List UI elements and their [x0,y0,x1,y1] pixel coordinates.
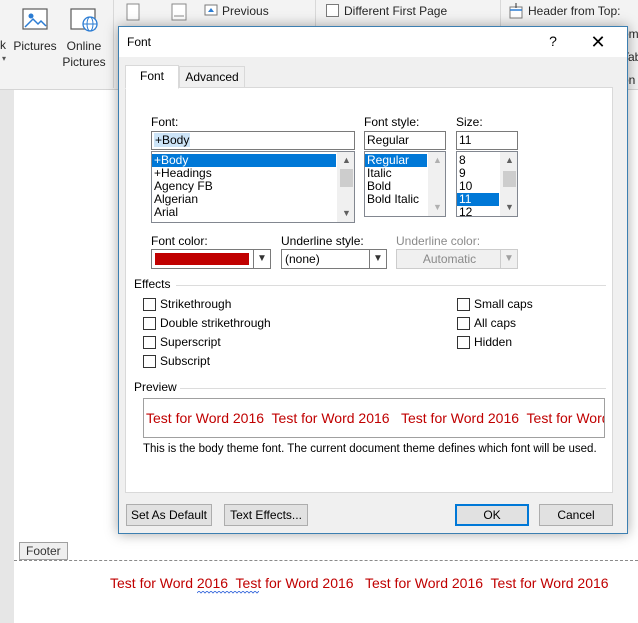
footer-text[interactable]: Test for Word 2016 Test for Word 2016 Te… [110,575,609,591]
font-style-listbox[interactable]: Regular Italic Bold Bold Italic ▲ ▼ [364,151,446,217]
font-color-dropdown[interactable]: ▼ [151,249,271,269]
previous-label: Previous [222,4,269,18]
underline-color-value: Automatic [422,252,477,266]
font-input[interactable]: +Body [151,131,355,150]
underline-style-label: Underline style: [281,234,364,248]
pictures-icon [22,8,48,30]
chevron-down-icon[interactable]: ▼ [253,250,270,268]
small-caps-label[interactable]: Small caps [474,297,533,311]
font-input-value: +Body [154,133,191,147]
font-list-item[interactable]: Arial [152,206,354,219]
pictures-label: Pictures [13,39,57,53]
different-first-page-checkbox[interactable] [326,4,339,17]
tab-font[interactable]: Font [125,65,179,89]
preview-description: This is the body theme font. The current… [143,443,597,455]
tab-advanced-label: Advanced [185,70,239,84]
footer-boundary-line [14,560,638,561]
help-button[interactable]: ? [543,31,563,51]
cancel-button[interactable]: Cancel [539,504,613,526]
font-color-swatch [155,253,249,265]
superscript-checkbox[interactable] [143,336,156,349]
subscript-label[interactable]: Subscript [160,354,210,368]
scroll-thumb[interactable] [503,171,516,187]
font-style-input[interactable]: Regular [364,131,446,150]
pictures-button[interactable]: Pictures [12,2,58,62]
size-list-scrollbar[interactable]: ▲ ▼ [500,152,517,216]
underline-color-label: Underline color: [396,234,481,248]
superscript-label[interactable]: Superscript [160,335,221,349]
previous-icon [204,4,218,16]
underline-color-dropdown: Automatic ▼ [396,249,518,269]
font-dialog: Font ? ✕ Font Advanced Font: +Body +Body… [118,26,628,534]
header-from-top-icon [509,3,523,19]
tab-advanced[interactable]: Advanced [179,66,245,88]
font-list-item[interactable]: Algerian [152,193,354,206]
underline-style-value: (none) [285,252,320,266]
double-strikethrough-checkbox[interactable] [143,317,156,330]
dropdown-arrow-icon: ▾ [2,54,7,63]
size-listbox[interactable]: 8 9 10 11 12 ▲ ▼ [456,151,518,217]
dialog-title: Font [127,35,152,49]
header-from-top-label: Header from Top: [528,4,621,18]
scroll-down-icon[interactable]: ▼ [338,205,354,222]
font-color-label: Font color: [151,234,208,248]
scroll-thumb[interactable] [340,169,353,187]
spelling-squiggle [197,591,259,594]
online-pictures-label-1: Online [66,39,102,53]
ribbon-separator [113,0,114,88]
font-style-label: Font style: [364,115,420,129]
chevron-down-icon[interactable]: ▼ [369,250,386,268]
section-divider [180,388,606,389]
preview-sample-text: Test for Word 2016 Test for Word 2016 Te… [146,410,605,426]
scroll-up-icon[interactable]: ▲ [429,152,445,169]
document-gutter [0,90,14,623]
footer-tab[interactable]: Footer [19,542,68,560]
size-input[interactable]: 11 [456,131,518,150]
online-pictures-button[interactable]: Online Pictures [60,2,108,72]
subscript-checkbox[interactable] [143,355,156,368]
set-as-default-button[interactable]: Set As Default [126,504,212,526]
hidden-label[interactable]: Hidden [474,335,512,349]
ok-button[interactable]: OK [455,504,529,526]
dialog-titlebar[interactable]: Font ? ✕ [119,27,627,57]
hidden-checkbox[interactable] [457,336,470,349]
font-list-scrollbar[interactable]: ▲ ▼ [337,152,354,222]
preview-section-title: Preview [134,380,177,394]
close-icon[interactable]: ✕ [587,31,609,53]
font-style-scrollbar[interactable]: ▲ ▼ [428,152,445,216]
online-pictures-label-2: Pictures [62,55,106,69]
scroll-down-icon[interactable]: ▼ [429,199,445,216]
size-label: Size: [456,115,483,129]
all-caps-label[interactable]: All caps [474,316,516,330]
double-strikethrough-label[interactable]: Double strikethrough [160,316,271,330]
scroll-up-icon[interactable]: ▲ [501,152,517,169]
section-divider [176,285,606,286]
go-to-header-icon [126,3,140,21]
scroll-down-icon[interactable]: ▼ [501,199,517,216]
font-listbox[interactable]: +Body +Headings Agency FB Algerian Arial… [151,151,355,223]
all-caps-checkbox[interactable] [457,317,470,330]
strikethrough-checkbox[interactable] [143,298,156,311]
effects-section-title: Effects [134,277,171,291]
chevron-down-icon: ▼ [500,250,517,268]
small-caps-checkbox[interactable] [457,298,470,311]
tab-font-label: Font [139,69,164,83]
go-to-footer-icon [171,3,187,21]
font-label: Font: [151,115,179,129]
strikethrough-label[interactable]: Strikethrough [160,297,231,311]
ribbon-partial-label: k [0,38,6,52]
online-pictures-icon [70,8,98,32]
scroll-up-icon[interactable]: ▲ [338,152,354,169]
text-effects-button[interactable]: Text Effects... [224,504,308,526]
underline-style-dropdown[interactable]: (none) ▼ [281,249,387,269]
different-first-page-label: Different First Page [344,4,448,18]
preview-box: Test for Word 2016 Test for Word 2016 Te… [143,398,605,438]
